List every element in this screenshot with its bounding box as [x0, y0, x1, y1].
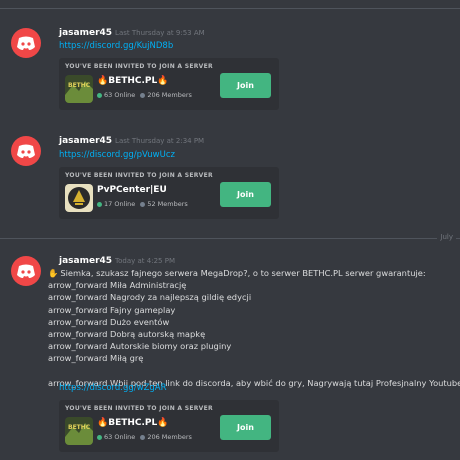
- message-line: arrow_forward Miła Administrację: [48, 280, 187, 291]
- author-username[interactable]: jasamer45: [59, 28, 112, 38]
- discord-logo-icon: [17, 36, 35, 50]
- online-count: 17 Online: [104, 200, 136, 208]
- message-line: ✋ Siemka, szukasz fajnego serwera MegaDro…: [48, 267, 460, 279]
- invite-title: YOU'VE BEEN INVITED TO JOIN A SERVER: [65, 63, 213, 70]
- invite-link[interactable]: https://discord.gg/wZgAR: [59, 383, 167, 393]
- member-count: 52 Members: [147, 200, 188, 208]
- date-divider: July: [0, 233, 460, 241]
- avatar[interactable]: [11, 256, 41, 286]
- invite-card: YOU'VE BEEN INVITED TO JOIN A SERVER BET…: [59, 58, 279, 110]
- author-name[interactable]: jasamer45 Today at 4:25 PM: [59, 256, 175, 266]
- message-line: arrow_forward Dużo eventów: [48, 316, 170, 327]
- online-count: 63 Online: [104, 433, 136, 441]
- online-count: 63 Online: [104, 91, 136, 99]
- message-timestamp: Last Thursday at 9:53 AM: [115, 29, 205, 37]
- join-button[interactable]: Join: [220, 182, 271, 207]
- server-icon[interactable]: [65, 184, 93, 212]
- invite-link[interactable]: https://discord.gg/KujND8b: [59, 41, 173, 51]
- invite-title: YOU'VE BEEN INVITED TO JOIN A SERVER: [65, 172, 213, 179]
- message-line: [48, 365, 460, 377]
- online-dot-icon: [97, 201, 102, 207]
- date-divider-label: July: [437, 233, 456, 241]
- avatar[interactable]: [11, 28, 41, 58]
- message-timestamp: Last Thursday at 2:34 PM: [115, 137, 205, 145]
- server-name: PvPCenter|EU: [97, 185, 167, 195]
- waving-hand-icon: ✋: [48, 268, 59, 278]
- members-dot-icon: [140, 92, 146, 98]
- message-content: ✋ Siemka, szukasz fajnego serwera MegaDro…: [48, 267, 460, 389]
- server-stats: 17 Online 52 Members: [97, 200, 188, 208]
- invite-link[interactable]: https://discord.gg/pVuwUcz: [59, 150, 175, 160]
- message-line: arrow_forward Fajny gameplay: [48, 304, 176, 315]
- author-name[interactable]: jasamer45 Last Thursday at 2:34 PM: [59, 136, 204, 146]
- message-line: arrow_forward Autorskie biomy oraz plugi…: [48, 341, 232, 352]
- svg-text:BETHC: BETHC: [68, 424, 91, 431]
- invite-card: YOU'VE BEEN INVITED TO JOIN A SERVER BET…: [59, 400, 279, 452]
- message-text: Siemka, szukasz fajnego serwera MegaDrop…: [60, 268, 426, 278]
- avatar[interactable]: [11, 136, 41, 166]
- invite-card: YOU'VE BEEN INVITED TO JOIN A SERVER PvP…: [59, 167, 279, 219]
- svg-text:BETHC: BETHC: [68, 82, 91, 89]
- member-count: 206 Members: [147, 91, 192, 99]
- message-line: arrow_forward Nagrody za najlepszą gildi…: [48, 292, 252, 303]
- members-dot-icon: [140, 201, 146, 207]
- server-stats: 63 Online 206 Members: [97, 433, 192, 441]
- online-dot-icon: [97, 92, 102, 98]
- message-line: arrow_forward Dobrą autorską mapkę: [48, 328, 206, 339]
- date-divider: [0, 8, 460, 9]
- server-stats: 63 Online 206 Members: [97, 91, 192, 99]
- author-name[interactable]: jasamer45 Last Thursday at 9:53 AM: [59, 28, 205, 38]
- message-line: arrow_forward Miłą grę: [48, 353, 144, 364]
- server-name: 🔥BETHC.PL🔥: [97, 418, 169, 428]
- discord-logo-icon: [17, 144, 35, 158]
- online-dot-icon: [97, 434, 102, 440]
- invite-title: YOU'VE BEEN INVITED TO JOIN A SERVER: [65, 405, 213, 412]
- author-username[interactable]: jasamer45: [59, 136, 112, 146]
- join-button[interactable]: Join: [220, 73, 271, 98]
- server-icon[interactable]: BETHC: [65, 75, 93, 103]
- discord-logo-icon: [17, 264, 35, 278]
- server-icon[interactable]: BETHC: [65, 417, 93, 445]
- members-dot-icon: [140, 434, 146, 440]
- member-count: 206 Members: [147, 433, 192, 441]
- join-button[interactable]: Join: [220, 415, 271, 440]
- author-username[interactable]: jasamer45: [59, 256, 112, 266]
- message-timestamp: Today at 4:25 PM: [115, 257, 175, 265]
- server-name: 🔥BETHC.PL🔥: [97, 76, 169, 86]
